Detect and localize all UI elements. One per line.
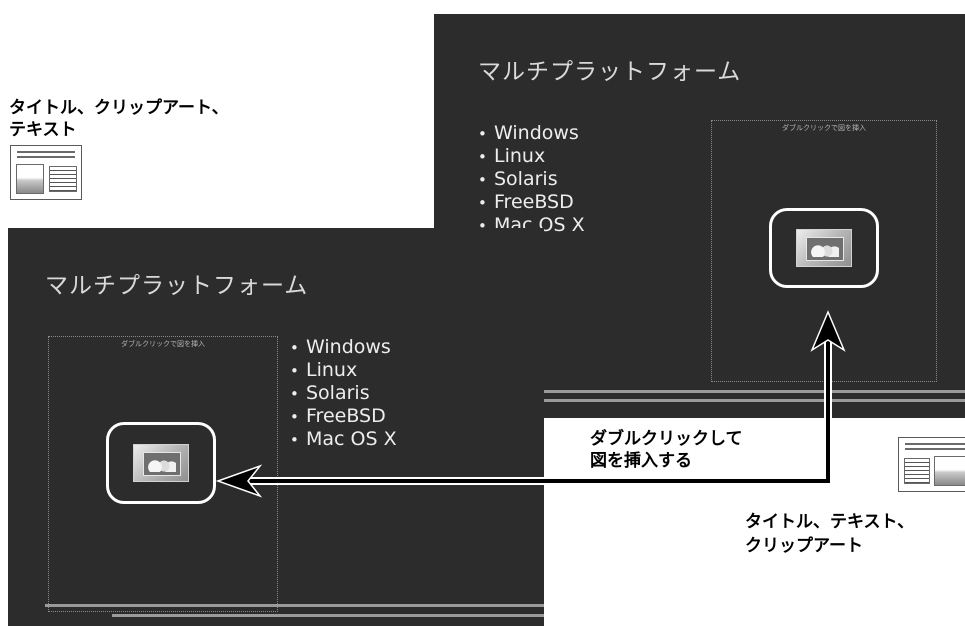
pointer-arrow-halo [228, 322, 832, 485]
pointer-arrows [215, 310, 846, 498]
pointer-arrow-shaft [230, 326, 830, 483]
